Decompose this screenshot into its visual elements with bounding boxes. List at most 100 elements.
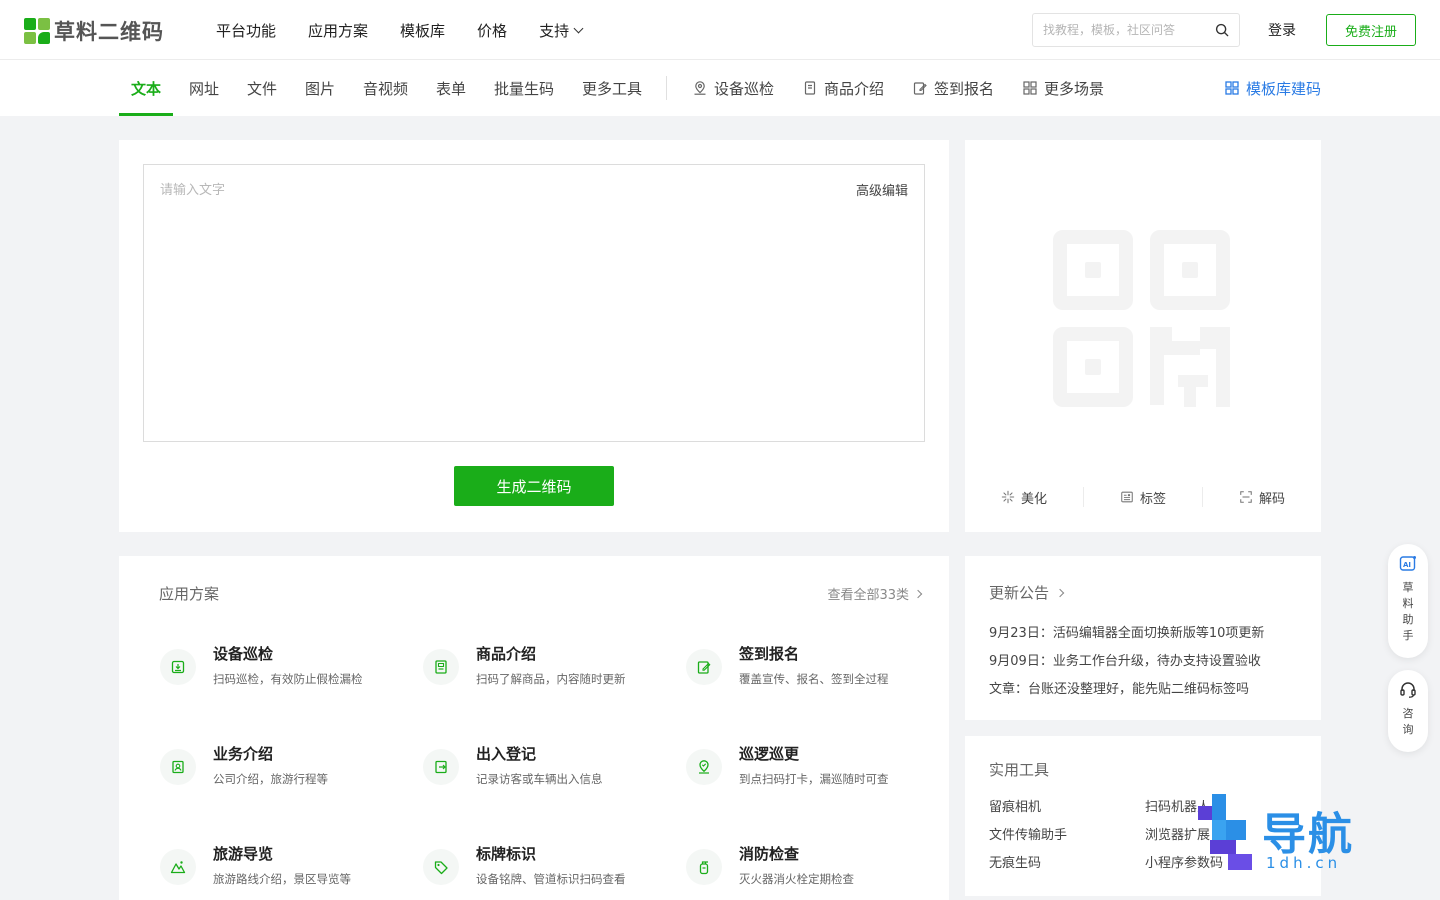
main-nav: 平台功能 应用方案 模板库 价格 支持 <box>216 0 584 60</box>
search-box <box>1032 13 1240 47</box>
solution-item[interactable]: 业务介绍 公司介绍，旅游行程等 <box>160 743 410 803</box>
site-watermark: 导航 1dh.cn <box>1198 792 1368 874</box>
tool-link[interactable]: 无痕生码 <box>989 852 1041 871</box>
decode-button[interactable]: 解码 <box>1203 487 1321 507</box>
tool-link[interactable]: 文件传输助手 <box>989 824 1067 843</box>
label-button[interactable]: 标签 <box>1084 487 1203 507</box>
tab-file[interactable]: 文件 <box>247 60 277 116</box>
news-title-link[interactable]: 更新公告 <box>989 582 1065 603</box>
scene-more[interactable]: 更多场景 <box>1022 60 1104 116</box>
solution-title: 标牌标识 <box>476 845 537 863</box>
tab-text[interactable]: 文本 <box>131 60 161 116</box>
beautify-button[interactable]: 美化 <box>965 487 1084 507</box>
tag-icon <box>423 849 459 885</box>
solutions-panel: 应用方案 查看全部33类 设备巡检 扫码巡检，有效防止假检漏检 商品介绍 扫码了… <box>119 556 949 900</box>
solution-desc: 扫码巡检，有效防止假检漏检 <box>213 672 363 686</box>
template-create-link[interactable]: 模板库建码 <box>1224 60 1321 116</box>
mountain-icon <box>160 849 196 885</box>
view-all-label: 查看全部33类 <box>827 588 909 603</box>
ai-assistant-button[interactable]: AI 草料助手 <box>1388 544 1428 658</box>
watermark-text: 导航 <box>1262 809 1354 860</box>
brand-name: 草料二维码 <box>54 20 164 44</box>
scene-product[interactable]: 商品介绍 <box>802 60 884 116</box>
nav-support[interactable]: 支持 <box>539 20 584 41</box>
news-item[interactable]: 9月09日：业务工作台升级，待办支持设置验收 <box>989 650 1261 669</box>
solution-title: 旅游导览 <box>213 845 274 863</box>
search-input[interactable] <box>1043 23 1203 37</box>
tab-image[interactable]: 图片 <box>305 60 335 116</box>
nav-platform[interactable]: 平台功能 <box>216 20 276 41</box>
scene-inspection[interactable]: 设备巡检 <box>692 60 774 116</box>
nav-templates[interactable]: 模板库 <box>400 20 445 41</box>
solution-title: 消防检查 <box>739 845 800 863</box>
nav-pricing[interactable]: 价格 <box>477 20 507 41</box>
tab-batch[interactable]: 批量生码 <box>494 60 554 116</box>
tab-form[interactable]: 表单 <box>436 60 466 116</box>
scene-signup[interactable]: 签到报名 <box>912 60 994 116</box>
entry-icon <box>423 749 459 785</box>
solution-item[interactable]: 巡逻巡更 到点扫码打卡，漏巡随时可查 <box>686 743 936 803</box>
view-all-solutions-link[interactable]: 查看全部33类 <box>827 584 923 603</box>
grid-icon <box>1023 81 1037 95</box>
solution-desc: 记录访客或车辆出入信息 <box>476 772 603 786</box>
consult-button[interactable]: 咨询 <box>1388 670 1428 752</box>
active-tab-indicator <box>119 113 173 116</box>
decode-label: 解码 <box>1258 491 1285 507</box>
consult-label: 咨询 <box>1402 707 1414 736</box>
svg-text:AI: AI <box>1403 561 1411 569</box>
solution-item[interactable]: 商品介绍 扫码了解商品，内容随时更新 <box>423 643 673 703</box>
text-editor: 高级编辑 <box>143 164 925 442</box>
solution-title: 签到报名 <box>739 645 800 663</box>
ai-assistant-label: 草料助手 <box>1402 581 1414 642</box>
solution-item[interactable]: 消防检查 灭火器消火栓定期检查 <box>686 843 936 900</box>
tab-url[interactable]: 网址 <box>189 60 219 116</box>
solution-desc: 到点扫码打卡，漏巡随时可查 <box>739 772 889 786</box>
news-panel: 更新公告 9月23日：活码编辑器全面切换新版等10项更新 9月09日：业务工作台… <box>965 556 1321 720</box>
watermark-sub: 1dh.cn <box>1266 854 1342 872</box>
solution-title: 业务介绍 <box>213 745 274 763</box>
watermark-logo-icon <box>1198 794 1252 870</box>
solution-item[interactable]: 签到报名 覆盖宣传、报名、签到全过程 <box>686 643 936 703</box>
qr-toolbar: 美化 标签 解码 <box>965 480 1321 514</box>
solution-desc: 旅游路线介绍，景区导览等 <box>213 872 351 886</box>
nav-solutions[interactable]: 应用方案 <box>308 20 368 41</box>
news-item[interactable]: 9月23日：活码编辑器全面切换新版等10项更新 <box>989 622 1264 641</box>
solution-title: 商品介绍 <box>476 645 537 663</box>
template-create-label: 模板库建码 <box>1246 79 1322 98</box>
register-button[interactable]: 免费注册 <box>1326 14 1416 46</box>
beautify-label: 美化 <box>1020 491 1047 507</box>
grid-icon <box>1225 81 1239 95</box>
logo-mark-icon <box>24 18 50 44</box>
solution-desc: 设备铭牌、管道标识扫码查看 <box>476 872 626 886</box>
brand-logo[interactable]: 草料二维码 <box>24 16 164 46</box>
scene-product-label: 商品介绍 <box>824 79 885 98</box>
solution-desc: 扫码了解商品，内容随时更新 <box>476 672 626 686</box>
generate-qr-button[interactable]: 生成二维码 <box>454 466 614 506</box>
login-link[interactable]: 登录 <box>1268 20 1296 40</box>
qr-placeholder-icon <box>1053 230 1230 407</box>
solution-item[interactable]: 旅游导览 旅游路线介绍，景区导览等 <box>160 843 410 900</box>
patrol-icon <box>686 749 722 785</box>
text-input[interactable] <box>160 179 800 419</box>
solution-desc: 公司介绍，旅游行程等 <box>213 772 328 786</box>
inspection-icon <box>160 649 196 685</box>
extinguisher-icon <box>686 849 722 885</box>
qr-preview-panel: 美化 标签 解码 <box>965 140 1321 532</box>
tool-link[interactable]: 留痕相机 <box>989 796 1041 815</box>
solution-item[interactable]: 标牌标识 设备铭牌、管道标识扫码查看 <box>423 843 673 900</box>
tab-audio-video[interactable]: 音视频 <box>363 60 408 116</box>
label-label: 标签 <box>1139 491 1166 507</box>
tab-more-tools[interactable]: 更多工具 <box>582 60 642 116</box>
nav-support-label: 支持 <box>539 21 570 40</box>
news-item[interactable]: 文章：台账还没整理好，能先贴二维码标签吗 <box>989 678 1249 697</box>
news-title: 更新公告 <box>989 584 1050 602</box>
document-icon <box>804 81 816 95</box>
tools-title: 实用工具 <box>989 761 1050 779</box>
solution-item[interactable]: 设备巡检 扫码巡检，有效防止假检漏检 <box>160 643 410 703</box>
advanced-edit-link[interactable]: 高级编辑 <box>856 180 908 199</box>
chevron-right-icon <box>1055 588 1065 597</box>
search-icon[interactable] <box>1215 23 1229 37</box>
edit-icon <box>913 82 927 95</box>
sparkle-icon <box>1001 490 1015 504</box>
solution-item[interactable]: 出入登记 记录访客或车辆出入信息 <box>423 743 673 803</box>
